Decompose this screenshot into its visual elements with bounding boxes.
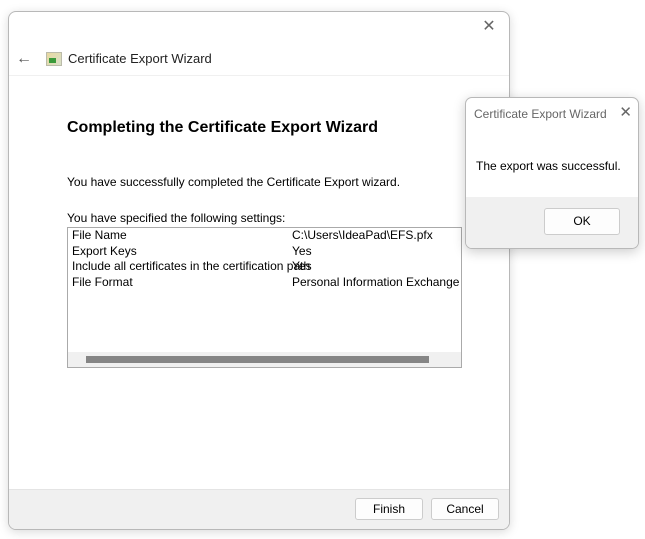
success-dialog: Certificate Export Wizard ✕ The export w…	[465, 97, 639, 249]
setting-key: File Name	[72, 228, 127, 242]
page-heading: Completing the Certificate Export Wizard	[67, 119, 378, 136]
horizontal-scrollbar[interactable]	[68, 352, 461, 367]
close-button[interactable]: ✕	[477, 16, 501, 38]
wizard-footer: Finish Cancel	[9, 489, 509, 529]
back-button[interactable]: ←	[14, 50, 34, 68]
finish-button[interactable]: Finish	[355, 498, 423, 520]
certificate-export-wizard-window: ✕ ← Certificate Export Wizard Completing…	[8, 11, 510, 530]
list-item[interactable]: Include all certificates in the certific…	[68, 259, 461, 275]
setting-value: Yes	[292, 259, 312, 273]
scrollbar-thumb[interactable]	[86, 356, 429, 363]
setting-value: Yes	[292, 243, 312, 258]
intro-text: You have successfully completed the Cert…	[67, 175, 401, 189]
settings-list[interactable]: File Name C:\Users\IdeaPad\EFS.pfx Export…	[67, 227, 462, 368]
dialog-footer: OK	[466, 197, 638, 248]
cancel-button[interactable]: Cancel	[431, 498, 499, 520]
dialog-close-button[interactable]: ✕	[619, 103, 632, 121]
setting-key: Include all certificates in the certific…	[72, 259, 311, 273]
list-item[interactable]: Export Keys Yes	[68, 244, 461, 260]
certificate-icon	[46, 51, 62, 66]
settings-label: You have specified the following setting…	[67, 211, 286, 225]
setting-key: Export Keys	[72, 243, 137, 258]
setting-key: File Format	[72, 274, 133, 289]
list-item[interactable]: File Name C:\Users\IdeaPad\EFS.pfx	[68, 228, 461, 244]
wizard-title: Certificate Export Wizard	[68, 51, 212, 66]
list-item[interactable]: File Format Personal Information Exchange…	[68, 275, 461, 291]
setting-value: C:\Users\IdeaPad\EFS.pfx	[292, 228, 433, 242]
dialog-message: The export was successful.	[476, 159, 621, 173]
ok-button[interactable]: OK	[544, 208, 620, 235]
dialog-title: Certificate Export Wizard	[474, 107, 607, 121]
wizard-header: ← Certificate Export Wizard	[9, 42, 509, 76]
setting-value: Personal Information Exchange (*.p	[292, 274, 461, 289]
